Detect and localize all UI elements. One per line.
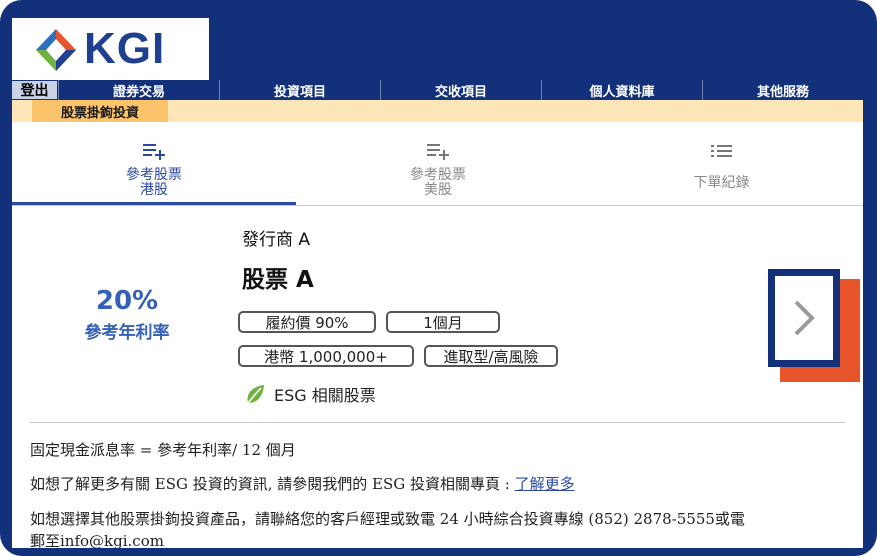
divider xyxy=(30,422,845,423)
esg-note: 如想了解更多有關 ESG 投資的資訊, 請參閱我們的 ESG 投資相關專頁 : … xyxy=(30,473,575,494)
learn-more-link[interactable]: 了解更多 xyxy=(515,475,575,493)
list-add-icon xyxy=(143,144,165,160)
strike-price-chip: 履約價 90% xyxy=(238,311,376,333)
tab-order-history[interactable]: 下單紀錄 xyxy=(580,122,863,205)
header-strip xyxy=(209,18,863,80)
logo-tab: KGI xyxy=(12,18,209,80)
leaf-icon xyxy=(247,385,264,404)
tab-us-stocks-label: 參考股票 美股 xyxy=(410,167,466,198)
tab-hk-stocks-label: 參考股票 港股 xyxy=(126,167,182,198)
nav-item-personal-profile[interactable]: 個人資料庫 xyxy=(541,80,702,100)
rate-label: 參考年利率 xyxy=(84,323,170,343)
nav-item-investment-products[interactable]: 投資項目 xyxy=(219,80,380,100)
issuer-name: 發行商 A xyxy=(242,230,311,250)
esg-note-text: 如想了解更多有關 ESG 投資的資訊, 請參閱我們的 ESG 投資相關專頁 : xyxy=(30,475,515,493)
main-nav: 登出 證券交易 投資項目 交收項目 個人資料庫 其他服務 xyxy=(12,80,863,100)
tenor-chip: 1個月 xyxy=(386,311,500,333)
reference-rate: 20% 參考年利率 xyxy=(52,286,202,343)
tab-hk-stocks[interactable]: 參考股票 港股 xyxy=(12,122,296,205)
stock-name[interactable]: 股票 A xyxy=(242,260,314,294)
nav-item-other-services[interactable]: 其他服務 xyxy=(702,80,863,100)
kgi-logo-icon xyxy=(36,29,76,71)
brand-logo-text: KGI xyxy=(84,24,166,73)
app-frame: KGI 登出 證券交易 投資項目 交收項目 個人資料庫 其他服務 股票掛鉤投資 xyxy=(0,0,877,556)
esg-label: ESG 相關股票 xyxy=(274,386,376,405)
nav-item-settlement[interactable]: 交收項目 xyxy=(380,80,541,100)
sub-nav: 股票掛鉤投資 xyxy=(12,100,863,122)
nav-item-securities-trading[interactable]: 證券交易 xyxy=(58,80,219,100)
dividend-note: 固定現金派息率 = 參考年利率/ 12 個月 xyxy=(30,441,296,459)
contact-note-line2: 郵至info@kgi.com xyxy=(30,532,164,548)
next-product-button[interactable] xyxy=(768,269,840,367)
logout-button[interactable]: 登出 xyxy=(12,81,58,99)
tab-bar: 參考股票 港股 參考股票 美股 下單紀錄 xyxy=(12,122,863,206)
contact-note-line1: 如想選擇其他股票掛鉤投資產品，請聯絡您的客戶經理或致電 24 小時綜合投資專線 … xyxy=(30,510,745,528)
tab-order-history-label: 下單紀錄 xyxy=(693,175,750,191)
chevron-right-icon xyxy=(794,300,815,336)
min-amount-chip: 港幣 1,000,000+ xyxy=(238,345,414,367)
list-icon xyxy=(710,145,732,157)
app-window: KGI 登出 證券交易 投資項目 交收項目 個人資料庫 其他服務 股票掛鉤投資 xyxy=(12,18,863,548)
tab-us-stocks[interactable]: 參考股票 美股 xyxy=(296,122,580,205)
list-add-icon xyxy=(427,144,449,160)
rate-value: 20% xyxy=(95,286,159,316)
risk-level-chip: 進取型/高風險 xyxy=(424,345,558,367)
esg-badge: ESG 相關股票 xyxy=(244,382,376,406)
subnav-item-equity-linked[interactable]: 股票掛鉤投資 xyxy=(32,100,168,122)
